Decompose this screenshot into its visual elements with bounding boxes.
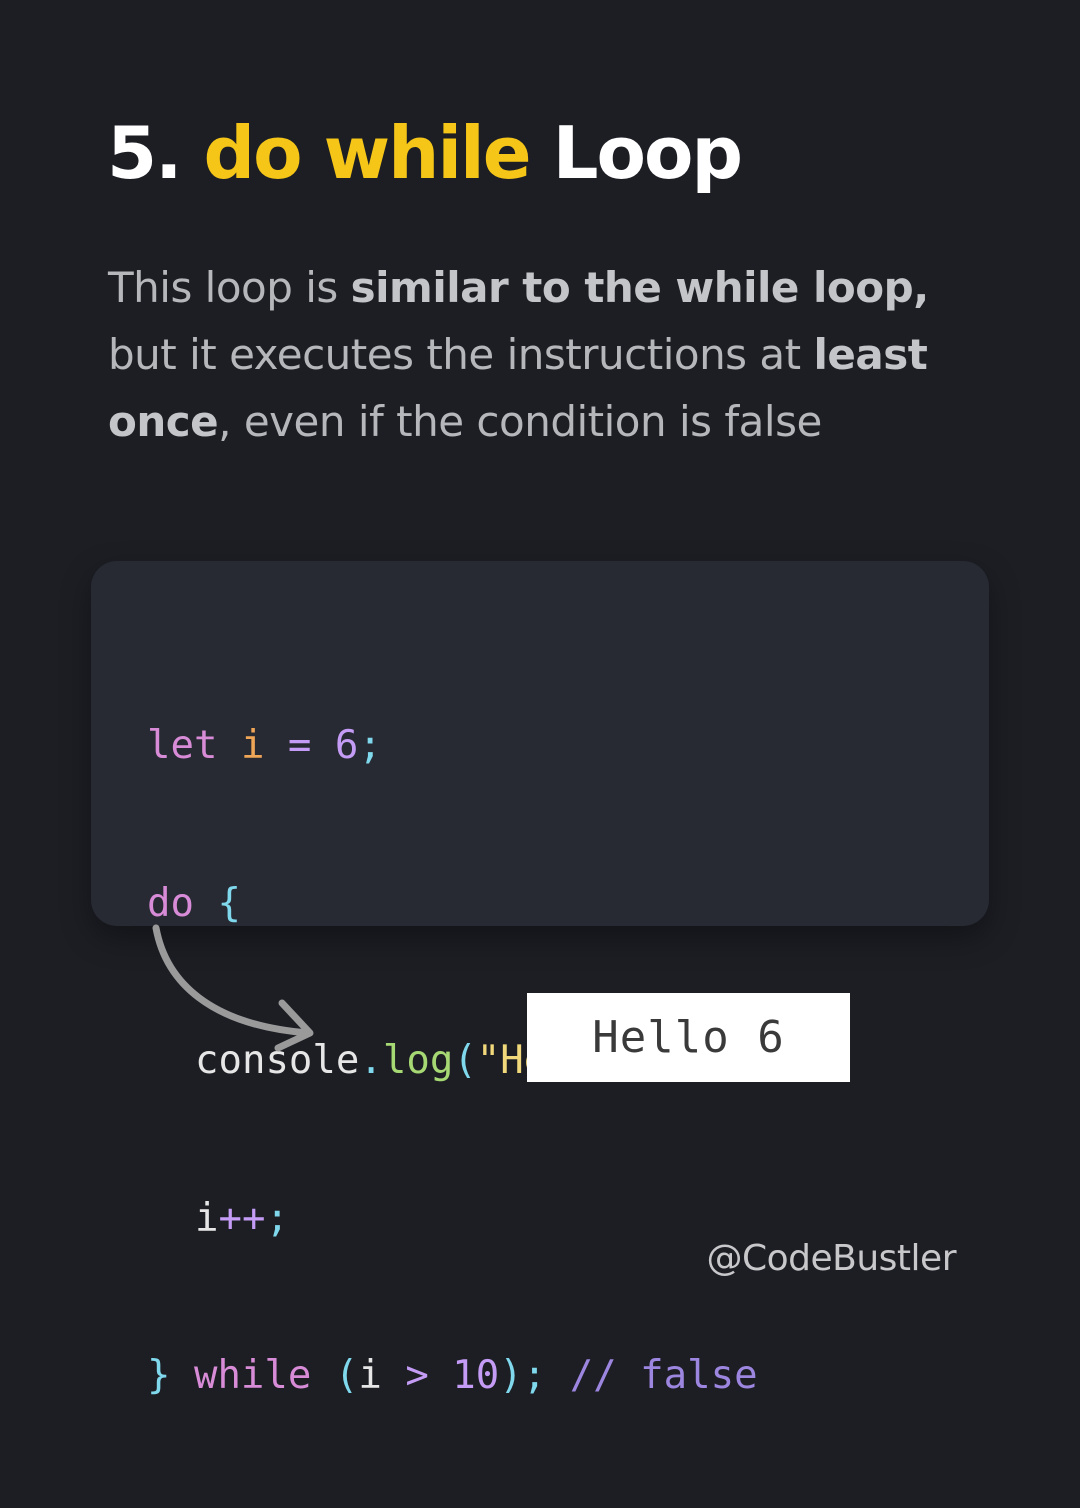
console-output: Hello 6 (527, 993, 850, 1082)
description-text-2: but it executes the instructions at (108, 330, 814, 379)
title-number: 5. (107, 111, 182, 195)
code-number: 6 (334, 723, 359, 768)
code-function: log (382, 1038, 454, 1083)
author-handle: @CodeBustler (706, 1238, 957, 1279)
code-variable: i (195, 1195, 219, 1241)
code-number: 10 (452, 1353, 500, 1398)
title-suffix: Loop (552, 111, 743, 195)
code-brace: { (217, 880, 241, 926)
curved-arrow-icon (152, 924, 314, 1052)
description-text-3: , even if the condition is false (218, 397, 822, 446)
code-dot: . (359, 1038, 383, 1083)
description: This loop is similar to the while loop, … (108, 254, 978, 455)
output-text: Hello 6 (592, 1012, 785, 1063)
code-punctuation: ; (358, 723, 382, 768)
code-brace: } (147, 1353, 171, 1398)
code-paren-open: ( (453, 1038, 477, 1083)
code-operator: ++ (218, 1195, 266, 1241)
code-keyword: while (193, 1353, 312, 1398)
code-comment: // false (569, 1353, 758, 1398)
code-operator: > (405, 1353, 429, 1398)
code-variable: i (240, 723, 265, 768)
code-keyword: do (147, 880, 194, 926)
page-title: 5. do while Loop (107, 105, 743, 201)
code-paren-open: ( (334, 1353, 359, 1398)
description-text-1: This loop is (108, 263, 351, 312)
code-variable: i (358, 1353, 382, 1398)
code-keyword: let (147, 723, 218, 768)
description-bold-1: similar to the while loop, (350, 263, 930, 312)
title-highlight: do while (203, 111, 532, 195)
code-line-5: } while (i > 10); // false (147, 1350, 806, 1403)
code-line-1: let i = 6; (147, 720, 806, 773)
code-punctuation: ; (265, 1195, 289, 1241)
code-operator: = (287, 723, 312, 768)
code-paren-close: ); (499, 1353, 547, 1398)
code-block: let i = 6; do { console.log("Hello " + i… (91, 561, 989, 1398)
